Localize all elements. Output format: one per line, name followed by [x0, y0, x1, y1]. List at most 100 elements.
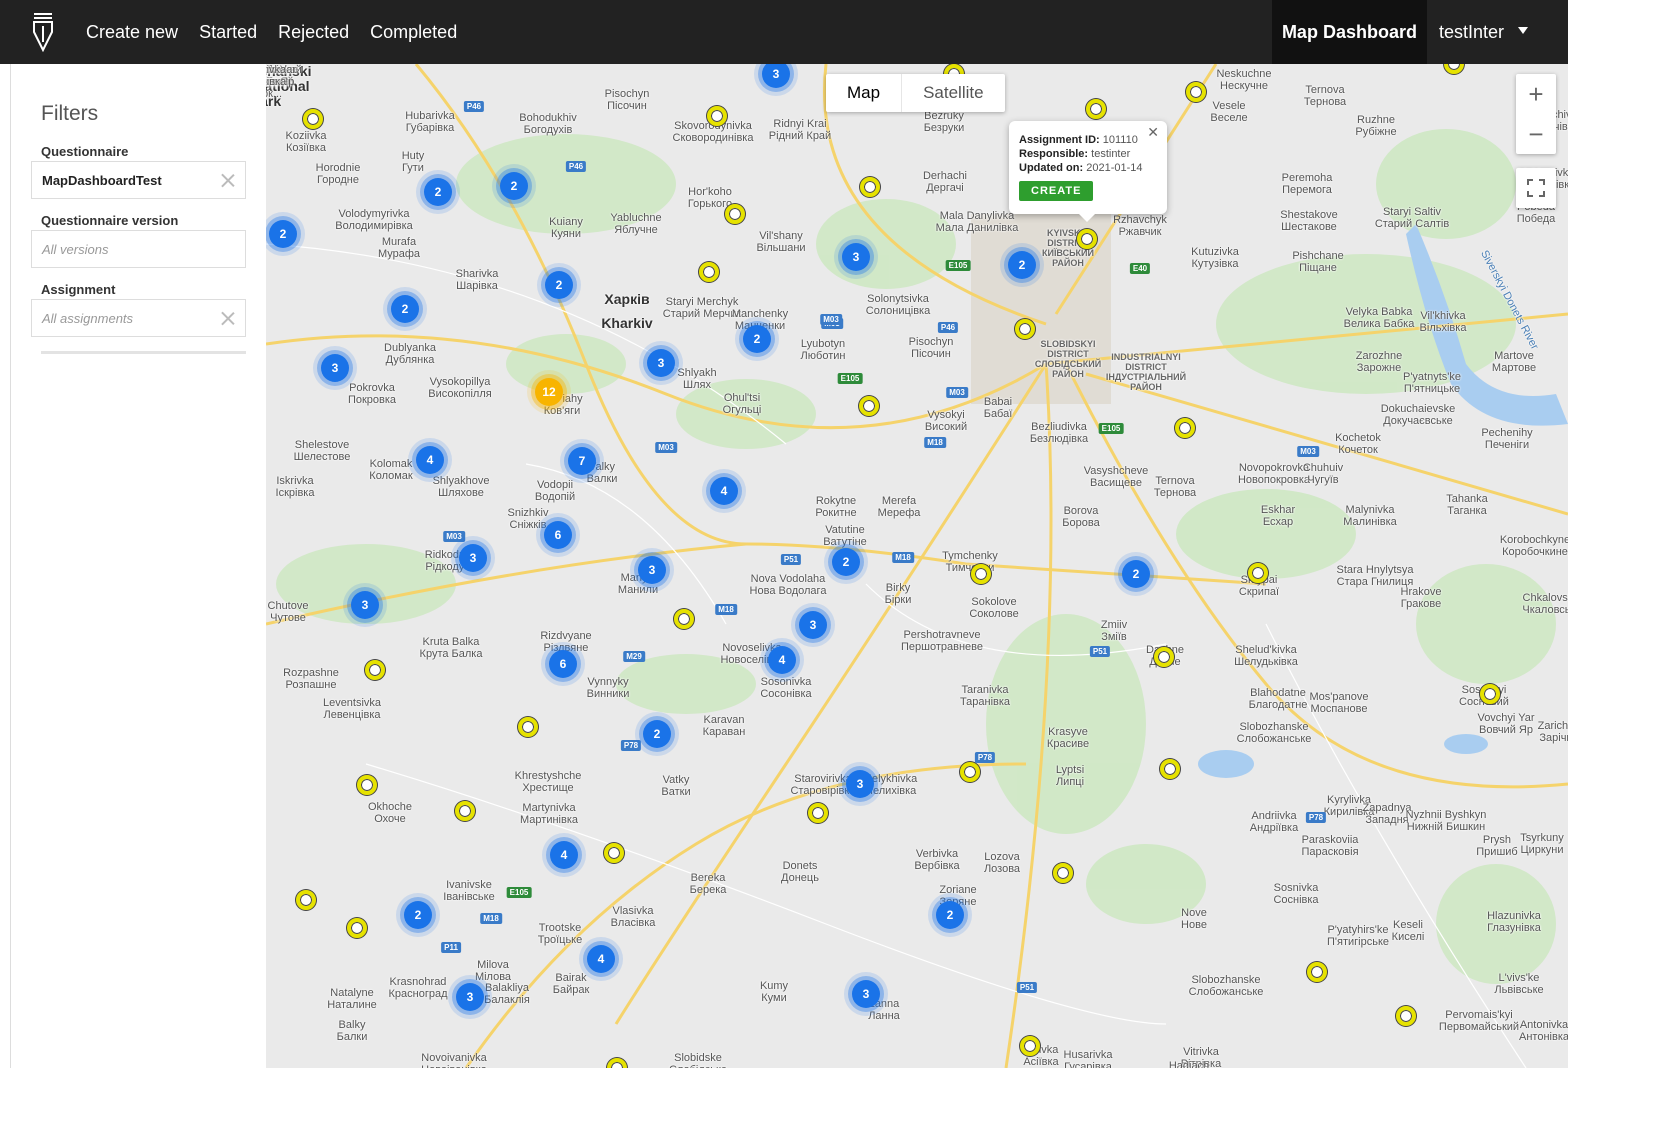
road-shield: P46 — [463, 101, 485, 112]
road-shield: P11 — [441, 942, 461, 953]
assignment-pin-icon[interactable] — [808, 803, 828, 823]
assignment-pin-icon[interactable] — [1175, 418, 1195, 438]
cluster-marker[interactable]: 3 — [638, 556, 666, 584]
cluster-marker[interactable]: 2 — [545, 271, 573, 299]
cluster-marker[interactable]: 4 — [587, 945, 615, 973]
assignment-pin-icon[interactable] — [604, 843, 624, 863]
nav-rejected[interactable]: Rejected — [278, 22, 349, 43]
cluster-marker[interactable]: 6 — [549, 650, 577, 678]
place-label: Pisochyn Пісочин — [908, 336, 954, 360]
place-label: Rokytne Рокитне — [815, 495, 857, 519]
cluster-marker[interactable]: 2 — [1008, 251, 1036, 279]
cluster-marker[interactable]: 4 — [710, 477, 738, 505]
place-label: Peremoha Перемога — [1281, 172, 1333, 196]
cluster-marker[interactable]: 3 — [846, 770, 874, 798]
place-label: Pershotravneve Першотравневе — [901, 629, 983, 653]
assignment-pin-icon[interactable] — [296, 890, 316, 910]
fullscreen-icon — [1527, 179, 1545, 197]
assignment-pin-icon[interactable] — [1020, 1036, 1040, 1056]
assignment-pin-icon[interactable] — [1480, 684, 1500, 704]
cluster-marker[interactable]: 2 — [269, 220, 297, 248]
version-placeholder: All versions — [42, 241, 109, 257]
assignment-pin-icon[interactable] — [860, 177, 880, 197]
assignment-pin-icon[interactable] — [674, 609, 694, 629]
map-canvas[interactable]: Kharkiv Харків Pisochyn Пісочин Skovorodyniv… — [266, 64, 1568, 1068]
place-label: Vysokyi Високий — [924, 409, 968, 433]
cluster-marker[interactable]: 7 — [568, 447, 596, 475]
place-label: Pervomais'kyi Первомайський — [1438, 1009, 1520, 1033]
assignment-pin-icon[interactable] — [1154, 647, 1174, 667]
close-icon[interactable]: ✕ — [1147, 124, 1159, 141]
assignment-pin-icon[interactable] — [303, 109, 323, 129]
assignment-pin-icon[interactable] — [1396, 1006, 1416, 1026]
assignment-pin-icon[interactable] — [1307, 962, 1327, 982]
questionnaire-version-select[interactable]: All versions — [31, 230, 246, 268]
map-type-map-button[interactable]: Map — [826, 74, 903, 112]
assignment-pin-icon[interactable] — [1015, 319, 1035, 339]
cluster-marker[interactable]: 2 — [500, 172, 528, 200]
cluster-marker[interactable]: 3 — [647, 349, 675, 377]
cluster-marker[interactable]: 3 — [459, 544, 487, 572]
map-type-control: Map Satellite — [826, 74, 1005, 112]
user-menu[interactable]: testInter — [1427, 0, 1568, 64]
assignment-pin-icon[interactable] — [1248, 563, 1268, 583]
zoom-in-button[interactable]: + — [1516, 74, 1556, 114]
place-label: Kochetok Кочеток — [1335, 432, 1381, 456]
assignment-pin-icon[interactable] — [1077, 229, 1097, 249]
assignment-pin-icon[interactable] — [1053, 863, 1073, 883]
cluster-marker[interactable]: 2 — [936, 901, 964, 929]
cluster-marker[interactable]: 2 — [643, 720, 671, 748]
cluster-marker[interactable]: 2 — [1122, 560, 1150, 588]
questionnaire-value: MapDashboardTest — [42, 172, 162, 188]
place-label: Shelud'kivka Шелудьківка — [1234, 644, 1298, 668]
assignment-pin-icon[interactable] — [365, 660, 385, 680]
assignment-pin-icon[interactable] — [960, 762, 980, 782]
assignment-pin-icon[interactable] — [725, 204, 745, 224]
road-shield: P46 — [565, 161, 587, 172]
cluster-marker[interactable]: 12 — [535, 378, 563, 406]
nav-completed[interactable]: Completed — [370, 22, 457, 43]
cluster-marker[interactable]: 2 — [391, 295, 419, 323]
clear-icon[interactable] — [221, 173, 235, 187]
assignment-pin-icon[interactable] — [971, 564, 991, 584]
assignment-pin-icon[interactable] — [357, 775, 377, 795]
fullscreen-button[interactable] — [1516, 168, 1556, 208]
questionnaire-select[interactable]: MapDashboardTest — [31, 161, 246, 199]
assignment-pin-icon[interactable] — [699, 262, 719, 282]
create-button[interactable]: CREATE — [1019, 181, 1094, 201]
place-label: Vynnyky Винники — [586, 676, 630, 700]
place-label: Nove Нове — [1181, 907, 1207, 931]
assignment-pin-icon[interactable] — [1186, 82, 1206, 102]
cluster-marker[interactable]: 6 — [544, 521, 572, 549]
cluster-marker[interactable]: 4 — [416, 446, 444, 474]
app-logo[interactable] — [0, 0, 86, 64]
place-label: Stara Hnylytsya Стара Гнилиця — [1336, 564, 1414, 588]
cluster-marker[interactable]: 2 — [424, 178, 452, 206]
assignment-pin-icon[interactable] — [859, 396, 879, 416]
cluster-marker[interactable]: 2 — [832, 548, 860, 576]
zoom-out-button[interactable]: − — [1516, 114, 1556, 154]
cluster-marker[interactable]: 2 — [743, 325, 771, 353]
place-label: Харків — [604, 291, 650, 307]
cluster-marker[interactable]: 3 — [799, 611, 827, 639]
cluster-marker[interactable]: 2 — [404, 901, 432, 929]
nav-create-new[interactable]: Create new — [86, 22, 178, 43]
cluster-marker[interactable]: 3 — [351, 591, 379, 619]
cluster-marker[interactable]: 4 — [550, 841, 578, 869]
assignment-pin-icon[interactable] — [518, 717, 538, 737]
cluster-marker[interactable]: 3 — [842, 243, 870, 271]
cluster-marker[interactable]: 4 — [768, 646, 796, 674]
map-type-satellite-button[interactable]: Satellite — [902, 74, 1004, 112]
cluster-marker[interactable]: 3 — [321, 354, 349, 382]
nav-map-dashboard[interactable]: Map Dashboard — [1271, 0, 1427, 64]
cluster-marker[interactable]: 3 — [456, 983, 484, 1011]
assignment-select[interactable]: All assignments — [31, 299, 246, 337]
clear-icon[interactable] — [221, 311, 235, 325]
nav-started[interactable]: Started — [199, 22, 257, 43]
cluster-marker[interactable]: 3 — [852, 980, 880, 1008]
assignment-pin-icon[interactable] — [707, 106, 727, 126]
assignment-pin-icon[interactable] — [455, 801, 475, 821]
assignment-pin-icon[interactable] — [347, 918, 367, 938]
assignment-pin-icon[interactable] — [1086, 99, 1106, 119]
assignment-pin-icon[interactable] — [1160, 759, 1180, 779]
